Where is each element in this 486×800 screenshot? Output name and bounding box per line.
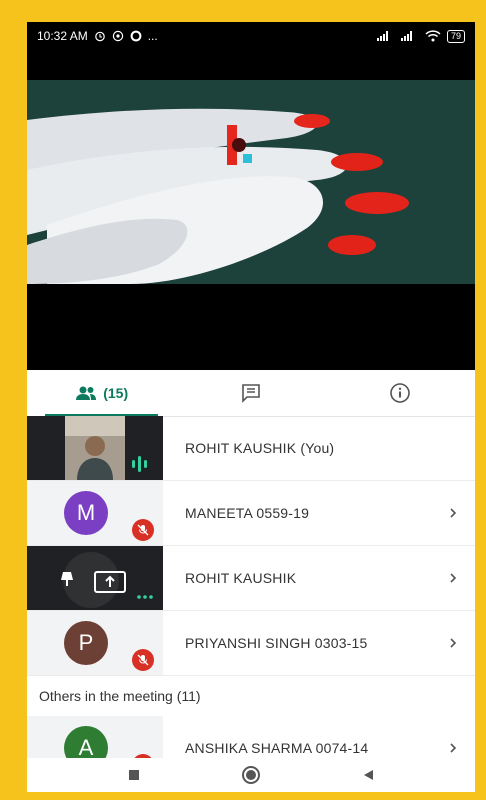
presenting-tile: [27, 546, 163, 610]
signal-icon: [376, 31, 388, 41]
participant-tile: P: [27, 611, 163, 675]
more-indicator: ...: [147, 29, 158, 43]
participant-name: ROHIT KAUSHIK (You): [185, 440, 335, 456]
tab-info[interactable]: [326, 370, 475, 416]
avatar: M: [64, 491, 108, 535]
participant-name: ROHIT KAUSHIK: [185, 570, 297, 586]
wifi-icon: [425, 30, 441, 42]
system-nav-bar: [27, 758, 475, 792]
participant-name: MANEETA 0559-19: [185, 505, 310, 521]
tab-people[interactable]: (15): [27, 370, 176, 417]
chevron-right-icon[interactable]: [441, 572, 465, 584]
mic-off-icon: [132, 649, 154, 671]
whatsapp-icon: [112, 30, 123, 42]
people-count: (15): [103, 385, 129, 401]
status-time: 10:32 AM: [37, 29, 88, 43]
participant-list: ROHIT KAUSHIK (You) M MANEETA 0559-19 RO…: [27, 416, 475, 781]
circle-icon: [130, 30, 142, 42]
chevron-right-icon[interactable]: [441, 637, 465, 649]
self-video-tile: [27, 416, 163, 480]
alarm-icon: [94, 31, 105, 42]
chevron-right-icon[interactable]: [441, 742, 465, 754]
panel-tabs: (15): [27, 370, 475, 417]
participant-row[interactable]: P PRIYANSHI SINGH 0303-15: [27, 611, 475, 676]
tab-chat[interactable]: [176, 370, 325, 416]
presenting-icon: [61, 552, 153, 608]
avatar: P: [64, 621, 108, 665]
info-icon: [390, 383, 411, 403]
chevron-right-icon[interactable]: [441, 507, 465, 519]
back-icon[interactable]: [361, 768, 375, 782]
participant-row[interactable]: ROHIT KAUSHIK: [27, 546, 475, 611]
self-camera-thumbnail: [65, 416, 147, 480]
video-frame-image: [27, 80, 475, 285]
battery-indicator: 79: [446, 29, 465, 43]
home-icon[interactable]: [241, 765, 261, 785]
participant-tile: M: [27, 481, 163, 545]
signal-icon-2: [400, 31, 412, 41]
chat-icon: [242, 384, 260, 403]
main-video[interactable]: [27, 50, 475, 370]
recents-icon[interactable]: [127, 768, 141, 782]
participant-row-self[interactable]: ROHIT KAUSHIK (You): [27, 416, 475, 481]
section-heading: Others in the meeting (11): [39, 688, 201, 704]
status-bar: 10:32 AM ... 79: [27, 22, 475, 50]
mic-off-icon: [132, 519, 154, 541]
people-icon: [76, 386, 97, 400]
participant-row[interactable]: M MANEETA 0559-19: [27, 481, 475, 546]
phone-screen: 10:32 AM ... 79 (15) ROHIT KAUSHIK (You)…: [27, 22, 475, 792]
participant-name: PRIYANSHI SINGH 0303-15: [185, 635, 368, 651]
participant-name: ANSHIKA SHARMA 0074-14: [185, 740, 369, 756]
